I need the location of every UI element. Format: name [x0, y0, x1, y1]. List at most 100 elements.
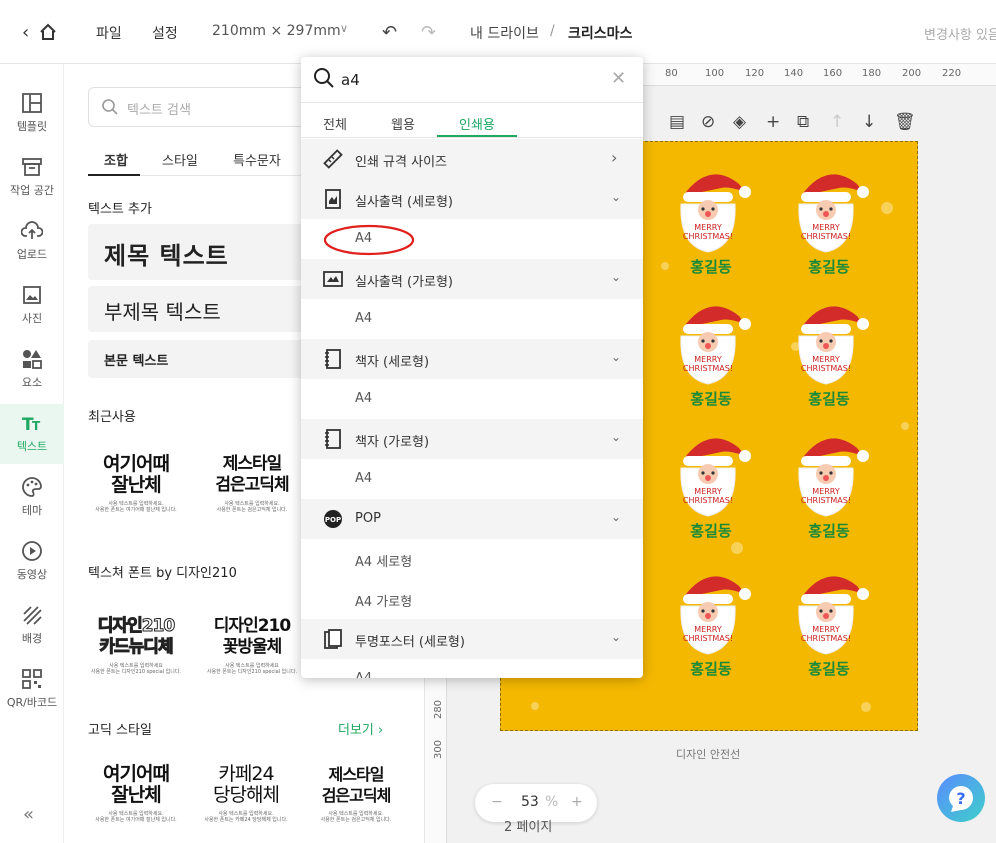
santa-greeting-line: MERRY [812, 223, 840, 232]
back-chevron-icon[interactable]: ‹ [22, 22, 29, 43]
chevron-down-icon: ⌄ [611, 270, 622, 284]
recent-item[interactable]: 제스타일 검은고딕체 사용 텍스트를 입력하세요. 사용한 폰트는 검은고딕체 … [204, 454, 300, 534]
recent-item[interactable]: 여기어때 잘난체 사용 텍스트를 입력하세요. 사용한 폰트는 여기어때 잘난체… [88, 454, 184, 534]
gothic-item[interactable]: 제스타일 검은고딕체 사용 텍스트를 입력하세요. 사용한 폰트는 검은고딕체 … [308, 764, 404, 843]
santa-sticker[interactable]: MERRY CHRISTMAS! 홍길동 [787, 568, 871, 688]
rail-item-upload[interactable]: 업로드 [0, 212, 64, 272]
ruler-label: 100 [705, 68, 725, 79]
texture-title: 텍스쳐 폰트 by 디자인210 [88, 566, 237, 581]
santa-sticker[interactable]: MERRY CHRISTMAS! 홍길동 [669, 166, 753, 286]
size-search-input[interactable]: a4 ✕ [301, 57, 643, 103]
home-icon[interactable] [38, 22, 58, 46]
search-query[interactable]: a4 [341, 71, 360, 89]
zoom-value[interactable]: 53 [521, 794, 539, 810]
rail-item-video[interactable]: 동영상 [0, 532, 64, 592]
body-text-label: 본문 텍스트 [104, 354, 169, 369]
santa-name: 홍길동 [690, 258, 732, 276]
size-option-a4[interactable]: A4 [301, 299, 643, 339]
move-up-icon[interactable]: ↑ [830, 112, 844, 132]
file-menu[interactable]: 파일 [96, 23, 122, 43]
category-label: POP [355, 511, 381, 526]
rail-label: QR/바코드 [6, 696, 58, 709]
help-button[interactable]: ? [937, 774, 985, 822]
zoom-in-button[interactable]: + [571, 794, 583, 810]
theme-icon [22, 477, 42, 497]
move-down-icon[interactable]: ↓ [862, 112, 876, 132]
category-pop[interactable]: POP POP ⌄ [301, 499, 643, 539]
tab-web[interactable]: 웹용 [391, 114, 415, 133]
chevron-down-icon: ⌄ [611, 630, 622, 644]
category-print-landscape[interactable]: 실사출력 (가로형) ⌄ [301, 259, 643, 299]
texture-item[interactable]: 디자인210 카드뉴디체 사용 텍스트를 입력하세요 사용한 폰트는 디자인21… [88, 616, 184, 696]
zoom-out-button[interactable]: − [491, 794, 503, 810]
size-option-a4[interactable]: A4 [301, 459, 643, 499]
red-circle-annotation [323, 224, 415, 256]
santa-sticker[interactable]: MERRY CHRISTMAS! 홍길동 [669, 568, 753, 688]
tab-combo[interactable]: 조합 [104, 150, 128, 169]
ruler-label: 300 [433, 739, 445, 760]
rail-item-text[interactable]: TT 텍스트 [0, 404, 64, 464]
active-tab-indicator [437, 135, 517, 137]
rail-label: 텍스트 [16, 440, 48, 453]
rail-item-background[interactable]: 배경 [0, 596, 64, 656]
category-print-sizes[interactable]: 인쇄 규격 사이즈 › [301, 139, 643, 179]
category-booklet-landscape[interactable]: 책자 (가로형) ⌄ [301, 419, 643, 459]
upload-icon [21, 221, 43, 239]
gothic-item[interactable]: 카페24 당당해체 사용 텍스트를 입력하세요. 사용한 폰트는 카페24 당당… [198, 764, 294, 843]
rail-item-photo[interactable]: 사진 [0, 276, 64, 336]
ruler-label: 280 [433, 699, 445, 720]
santa-greeting-line: CHRISTMAS! [683, 232, 733, 241]
clear-search-icon[interactable]: ✕ [611, 68, 626, 89]
settings-menu[interactable]: 설정 [152, 23, 178, 43]
polka-dot [901, 422, 909, 430]
page-size-selector[interactable]: 210mm × 297mm [212, 23, 341, 39]
santa-sticker[interactable]: MERRY CHRISTMAS! 홍길동 [787, 430, 871, 550]
add-icon[interactable]: + [766, 112, 780, 132]
gothic-title: 고딕 스타일 [88, 723, 152, 738]
template-icon [22, 93, 42, 113]
santa-sticker[interactable]: MERRY CHRISTMAS! 홍길동 [669, 430, 753, 550]
rail-item-theme[interactable]: 테마 [0, 468, 64, 528]
rail-item-elements[interactable]: 요소 [0, 340, 64, 400]
tab-print[interactable]: 인쇄용 [459, 114, 495, 133]
duplicate-icon[interactable]: ⧉ [797, 112, 809, 132]
chevron-down-icon[interactable]: ∨ [340, 22, 348, 35]
size-option-a4-landscape[interactable]: A4 가로형 [301, 579, 643, 619]
rail-item-qr[interactable]: QR/바코드 [0, 660, 64, 720]
santa-sticker[interactable]: MERRY CHRISTMAS! 홍길동 [669, 298, 753, 418]
document-title[interactable]: 크리스마스 [568, 23, 632, 43]
category-print-portrait[interactable]: 실사출력 (세로형) ⌄ [301, 179, 643, 219]
category-booklet-portrait[interactable]: 책자 (세로형) ⌄ [301, 339, 643, 379]
size-option-a4[interactable]: A4 [301, 659, 643, 678]
font-caption: 사용 텍스트를 입력하세요 사용한 폰트는 디자인210 special 입니다… [90, 663, 182, 675]
gothic-item[interactable]: 여기어때 잘난체 사용 텍스트를 입력하세요. 사용한 폰트는 여기어때 잘난체… [88, 764, 184, 843]
fill-icon[interactable]: ◈ [733, 112, 746, 132]
trash-icon[interactable]: 🗑 [894, 112, 916, 132]
breadcrumb-root[interactable]: 내 드라이브 [470, 23, 539, 43]
tab-special-chars[interactable]: 특수문자 [233, 150, 281, 169]
santa-sticker[interactable]: MERRY CHRISTMAS! 홍길동 [787, 166, 871, 286]
landscape-print-icon [323, 271, 343, 287]
effect-icon[interactable]: ⊘ [701, 112, 715, 132]
rail-item-template[interactable]: 템플릿 [0, 84, 64, 144]
category-transparent-poster[interactable]: 투명포스터 (세로형) ⌄ [301, 619, 643, 659]
redo-icon[interactable]: ↷ [421, 22, 436, 43]
collapse-panel-icon[interactable]: « [23, 804, 34, 825]
size-option-a4[interactable]: A4 [301, 379, 643, 419]
santa-sticker[interactable]: MERRY CHRISTMAS! 홍길동 [787, 298, 871, 418]
santa-illustration: MERRY CHRISTMAS! [680, 306, 751, 385]
svg-text:?: ? [956, 789, 965, 808]
chevron-down-icon: ⌄ [611, 190, 622, 204]
rail-label: 사진 [21, 312, 43, 325]
more-link[interactable]: 더보기 › [338, 719, 383, 738]
texture-item[interactable]: 디자인210 꽃방울체 사용 텍스트를 입력하세요 사용한 폰트는 디자인210… [204, 616, 300, 696]
size-option-label: A4 세로형 [355, 555, 413, 570]
size-option-a4-portrait[interactable]: A4 세로형 [301, 539, 643, 579]
tab-style[interactable]: 스타일 [162, 150, 198, 169]
undo-icon[interactable]: ↶ [382, 22, 397, 43]
category-label: 실사출력 (세로형) [355, 195, 453, 210]
rail-item-workspace[interactable]: 작업 공간 [0, 148, 64, 208]
edit-note-icon[interactable]: ▤ [669, 112, 685, 132]
size-option-a4[interactable]: A4 [301, 219, 643, 259]
tab-all[interactable]: 전체 [323, 114, 347, 133]
